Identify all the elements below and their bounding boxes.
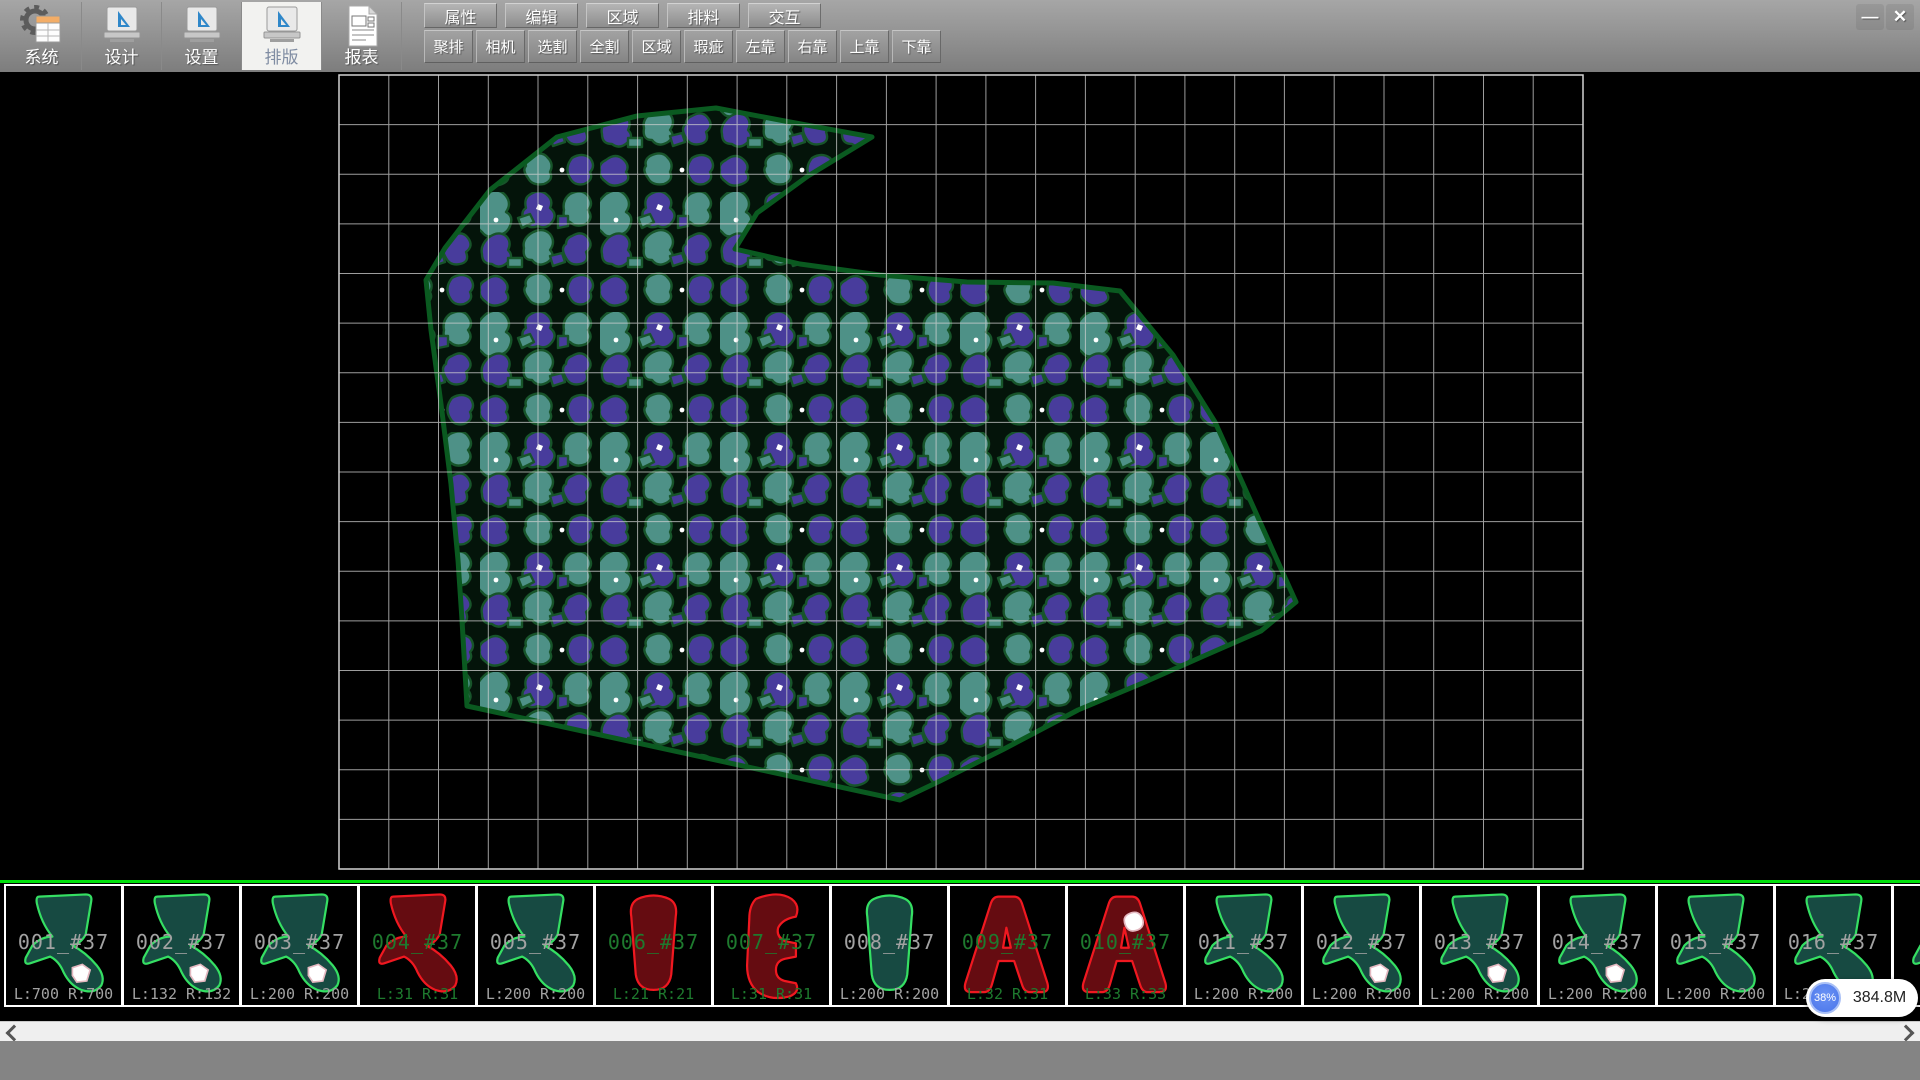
big-button-3[interactable]: 设置 bbox=[162, 2, 242, 70]
piece-lr-count: L:200 R:200 bbox=[242, 985, 357, 1003]
piece-thumbnail-11[interactable]: 011_#37 L:200 R:200 bbox=[1184, 884, 1303, 1007]
piece-id: 001_#37 bbox=[6, 930, 121, 954]
piece-id: 007_#37 bbox=[714, 930, 829, 954]
piece-lr-count: L:33 R:33 bbox=[1068, 985, 1183, 1003]
tool-button-2[interactable]: 相机 bbox=[476, 30, 525, 63]
piece-thumbnail-5[interactable]: 005_#37 L:200 R:200 bbox=[476, 884, 595, 1007]
piece-id: 011_#37 bbox=[1186, 930, 1301, 954]
main-toolbar: 系统设计设置排版报表 属性编辑区域排料交互 聚排相机选割全割区域瑕疵左靠右靠上靠… bbox=[0, 0, 1920, 73]
tool-button-1[interactable]: 聚排 bbox=[424, 30, 473, 63]
tool-button-6[interactable]: 瑕疵 bbox=[684, 30, 733, 63]
tool-button-10[interactable]: 下靠 bbox=[892, 30, 941, 63]
piece-thumbnail-6[interactable]: 006_#37 L:21 R:21 bbox=[594, 884, 713, 1007]
piece-id: 009_#37 bbox=[950, 930, 1065, 954]
piece-lr-count: L:31 R:31 bbox=[360, 985, 475, 1003]
piece-lr-count: L:700 R:700 bbox=[6, 985, 121, 1003]
big-button-2[interactable]: 设计 bbox=[82, 2, 162, 70]
design-ruler-icon bbox=[100, 4, 144, 48]
piece-id: 004_#37 bbox=[360, 930, 475, 954]
piece-lr-count: L:200 R:200 bbox=[832, 985, 947, 1003]
piece-lr-count: L:31 R:31 bbox=[714, 985, 829, 1003]
piece-lr-count: L:200 R:200 bbox=[1422, 985, 1537, 1003]
menu-tab-4[interactable]: 排料 bbox=[667, 3, 740, 28]
piece-thumbnail-12[interactable]: 012_#37 L:200 R:200 bbox=[1302, 884, 1421, 1007]
nesting-canvas[interactable] bbox=[0, 72, 1920, 1016]
big-buttons: 系统 设计 设置 排版 报表 bbox=[2, 2, 402, 70]
piece-thumbnail-1[interactable]: 001_#37 L:700 R:700 bbox=[4, 884, 123, 1007]
minimize-button[interactable]: — bbox=[1856, 4, 1884, 30]
horizontal-scrollbar[interactable] bbox=[0, 1021, 1920, 1042]
status-bar bbox=[0, 1041, 1920, 1080]
big-button-label: 报表 bbox=[345, 48, 379, 68]
menu-tab-3[interactable]: 区域 bbox=[586, 3, 659, 28]
piece-lr-count: L:32 R:31 bbox=[950, 985, 1065, 1003]
piece-thumbnail-8[interactable]: 008_#37 L:200 R:200 bbox=[830, 884, 949, 1007]
big-button-1[interactable]: 系统 bbox=[2, 2, 82, 70]
tool-row: 聚排相机选割全割区域瑕疵左靠右靠上靠下靠 bbox=[424, 30, 944, 63]
piece-id: 015_#37 bbox=[1658, 930, 1773, 954]
piece-lr-count: L:200 R:200 bbox=[478, 985, 593, 1003]
layout-ruler-icon bbox=[260, 4, 304, 48]
progress-circle: 38% bbox=[1809, 982, 1841, 1014]
system-gear-table-icon bbox=[20, 4, 64, 48]
piece-thumbnail-strip: 001_#37L:700 R:700002_#37L:132 R:132003_… bbox=[0, 884, 1920, 1007]
piece-thumbnail-14[interactable]: 014_#37 L:200 R:200 bbox=[1538, 884, 1657, 1007]
piece-lr-count: L:200 R:200 bbox=[1658, 985, 1773, 1003]
nesting-canvas-svg bbox=[0, 72, 1920, 1016]
piece-lr-count: L:200 R:200 bbox=[1540, 985, 1655, 1003]
piece-id: 016_#37 bbox=[1776, 930, 1891, 954]
big-button-label: 系统 bbox=[25, 48, 59, 68]
piece-thumbnail-2[interactable]: 002_#37 L:132 R:132 bbox=[122, 884, 241, 1007]
tool-button-7[interactable]: 左靠 bbox=[736, 30, 785, 63]
menu-tab-5[interactable]: 交互 bbox=[748, 3, 821, 28]
scroll-left-icon[interactable] bbox=[6, 1025, 23, 1042]
tool-button-5[interactable]: 区域 bbox=[632, 30, 681, 63]
piece-id: 003_#37 bbox=[242, 930, 357, 954]
piece-id: 010_#37 bbox=[1068, 930, 1183, 954]
piece-thumbnail-3[interactable]: 003_#37 L:200 R:200 bbox=[240, 884, 359, 1007]
big-button-4[interactable]: 排版 bbox=[242, 2, 322, 70]
tool-button-9[interactable]: 上靠 bbox=[840, 30, 889, 63]
menu-tabs: 属性编辑区域排料交互 bbox=[424, 3, 829, 28]
menu-tab-2[interactable]: 编辑 bbox=[505, 3, 578, 28]
piece-thumbnail-13[interactable]: 013_#37 L:200 R:200 bbox=[1420, 884, 1539, 1007]
big-button-label: 设置 bbox=[185, 48, 219, 68]
big-button-label: 设计 bbox=[105, 48, 139, 68]
tool-button-4[interactable]: 全割 bbox=[580, 30, 629, 63]
application-window: 系统设计设置排版报表 属性编辑区域排料交互 聚排相机选割全割区域瑕疵左靠右靠上靠… bbox=[0, 0, 1920, 1080]
piece-thumbnail-10[interactable]: 010_#37 L:33 R:33 bbox=[1066, 884, 1185, 1007]
memory-indicator[interactable]: 38% 384.8M bbox=[1806, 979, 1918, 1017]
big-button-5[interactable]: 报表 bbox=[322, 2, 402, 70]
settings-ruler-icon bbox=[180, 4, 224, 48]
piece-lr-count: L:200 R:200 bbox=[1186, 985, 1301, 1003]
piece-lr-count: L:132 R:132 bbox=[124, 985, 239, 1003]
menu-tab-1[interactable]: 属性 bbox=[424, 3, 497, 28]
report-document-icon bbox=[340, 4, 384, 48]
piece-id: 002_#37 bbox=[124, 930, 239, 954]
piece-id: 013_#37 bbox=[1422, 930, 1537, 954]
piece-id: 008_#37 bbox=[832, 930, 947, 954]
tool-button-8[interactable]: 右靠 bbox=[788, 30, 837, 63]
piece-lr-count: L:21 R:21 bbox=[596, 985, 711, 1003]
piece-lr-count: L:200 R:200 bbox=[1304, 985, 1419, 1003]
piece-id: 005_#37 bbox=[478, 930, 593, 954]
piece-thumbnail-15[interactable]: 015_#37 L:200 R:200 bbox=[1656, 884, 1775, 1007]
tool-button-3[interactable]: 选割 bbox=[528, 30, 577, 63]
piece-id: 012_#37 bbox=[1304, 930, 1419, 954]
piece-id: 014_#37 bbox=[1540, 930, 1655, 954]
scroll-right-icon[interactable] bbox=[1898, 1025, 1915, 1042]
thumbnail-strip-divider bbox=[0, 880, 1920, 883]
piece-thumbnail-9[interactable]: 009_#37 L:32 R:31 bbox=[948, 884, 1067, 1007]
close-button[interactable]: ✕ bbox=[1886, 4, 1914, 30]
piece-thumbnail-7[interactable]: 007_#37 L:31 R:31 bbox=[712, 884, 831, 1007]
window-controls: — ✕ bbox=[1856, 4, 1914, 30]
piece-id: 006_#37 bbox=[596, 930, 711, 954]
big-button-label: 排版 bbox=[265, 48, 299, 68]
memory-value: 384.8M bbox=[1841, 989, 1918, 1007]
piece-thumbnail-4[interactable]: 004_#37 L:31 R:31 bbox=[358, 884, 477, 1007]
